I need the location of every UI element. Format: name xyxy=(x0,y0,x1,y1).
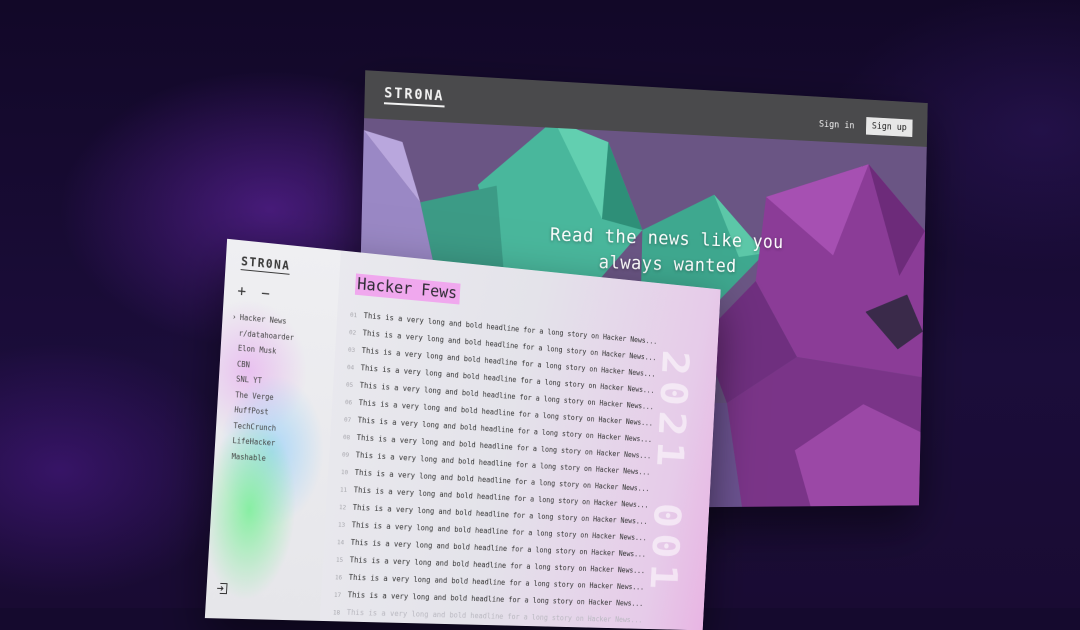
source-marker xyxy=(227,412,235,413)
source-item-mashable[interactable]: Mashable xyxy=(224,448,288,467)
source-label: r/datahoarder xyxy=(239,328,295,341)
source-label: HuffPost xyxy=(234,405,269,416)
exit-icon[interactable] xyxy=(216,582,228,594)
source-marker xyxy=(228,381,236,382)
sign-up-button[interactable]: Sign up xyxy=(866,117,913,137)
headline-number: 06 xyxy=(345,393,360,411)
reader-window: STR0NA + − ›Hacker News r/datahoarder El… xyxy=(205,239,721,630)
sign-in-link[interactable]: Sign in xyxy=(819,119,855,131)
source-marker xyxy=(229,365,237,366)
headline-number: 05 xyxy=(346,376,361,394)
source-label: SNL YT xyxy=(236,374,262,385)
headline-number: 07 xyxy=(344,411,359,429)
headline-number: 15 xyxy=(336,551,351,569)
landing-logo[interactable]: STR0NA xyxy=(384,85,445,107)
headline-list: 01 This is a very long and bold headline … xyxy=(332,306,657,629)
headline-number: 14 xyxy=(337,533,352,551)
source-label: Elon Musk xyxy=(238,344,277,356)
source-controls: + − xyxy=(237,282,277,303)
source-marker xyxy=(230,350,238,351)
headline-number: 16 xyxy=(335,569,350,587)
source-label: Mashable xyxy=(231,451,266,462)
source-marker xyxy=(231,335,239,336)
reader-logo[interactable]: STR0NA xyxy=(241,254,291,275)
add-source-button[interactable]: + xyxy=(237,282,247,301)
feed-title: Hacker Fews xyxy=(355,273,460,304)
headline-number: 01 xyxy=(350,306,365,325)
headline-number: 12 xyxy=(339,498,354,516)
source-label: CBN xyxy=(237,359,250,369)
sources-sidebar: STR0NA + − ›Hacker News r/datahoarder El… xyxy=(205,239,341,621)
headline-text: This is a very long and bold headline fo… xyxy=(346,608,642,624)
headline-number: 04 xyxy=(347,358,362,377)
headline-number: 11 xyxy=(340,481,355,499)
source-label: LifeHacker xyxy=(232,436,275,448)
source-marker xyxy=(227,396,235,397)
headline-number: 13 xyxy=(338,516,353,534)
source-label: Hacker News xyxy=(239,313,286,326)
headline-number: 17 xyxy=(333,586,348,604)
sources-list: ›Hacker News r/datahoarder Elon Musk CBN… xyxy=(224,309,296,467)
source-label: The Verge xyxy=(235,390,274,402)
headline-number: 18 xyxy=(332,604,347,622)
headline-number: 09 xyxy=(342,446,357,464)
source-label: TechCrunch xyxy=(233,421,276,433)
headline-number: 03 xyxy=(348,341,363,360)
headline-number: 10 xyxy=(341,463,356,481)
headline-number: 02 xyxy=(349,323,364,342)
headlines-panel: Hacker Fews 01 This is a very long and bo… xyxy=(332,252,720,630)
remove-source-button[interactable]: − xyxy=(261,284,271,303)
headline-number: 08 xyxy=(343,428,358,446)
